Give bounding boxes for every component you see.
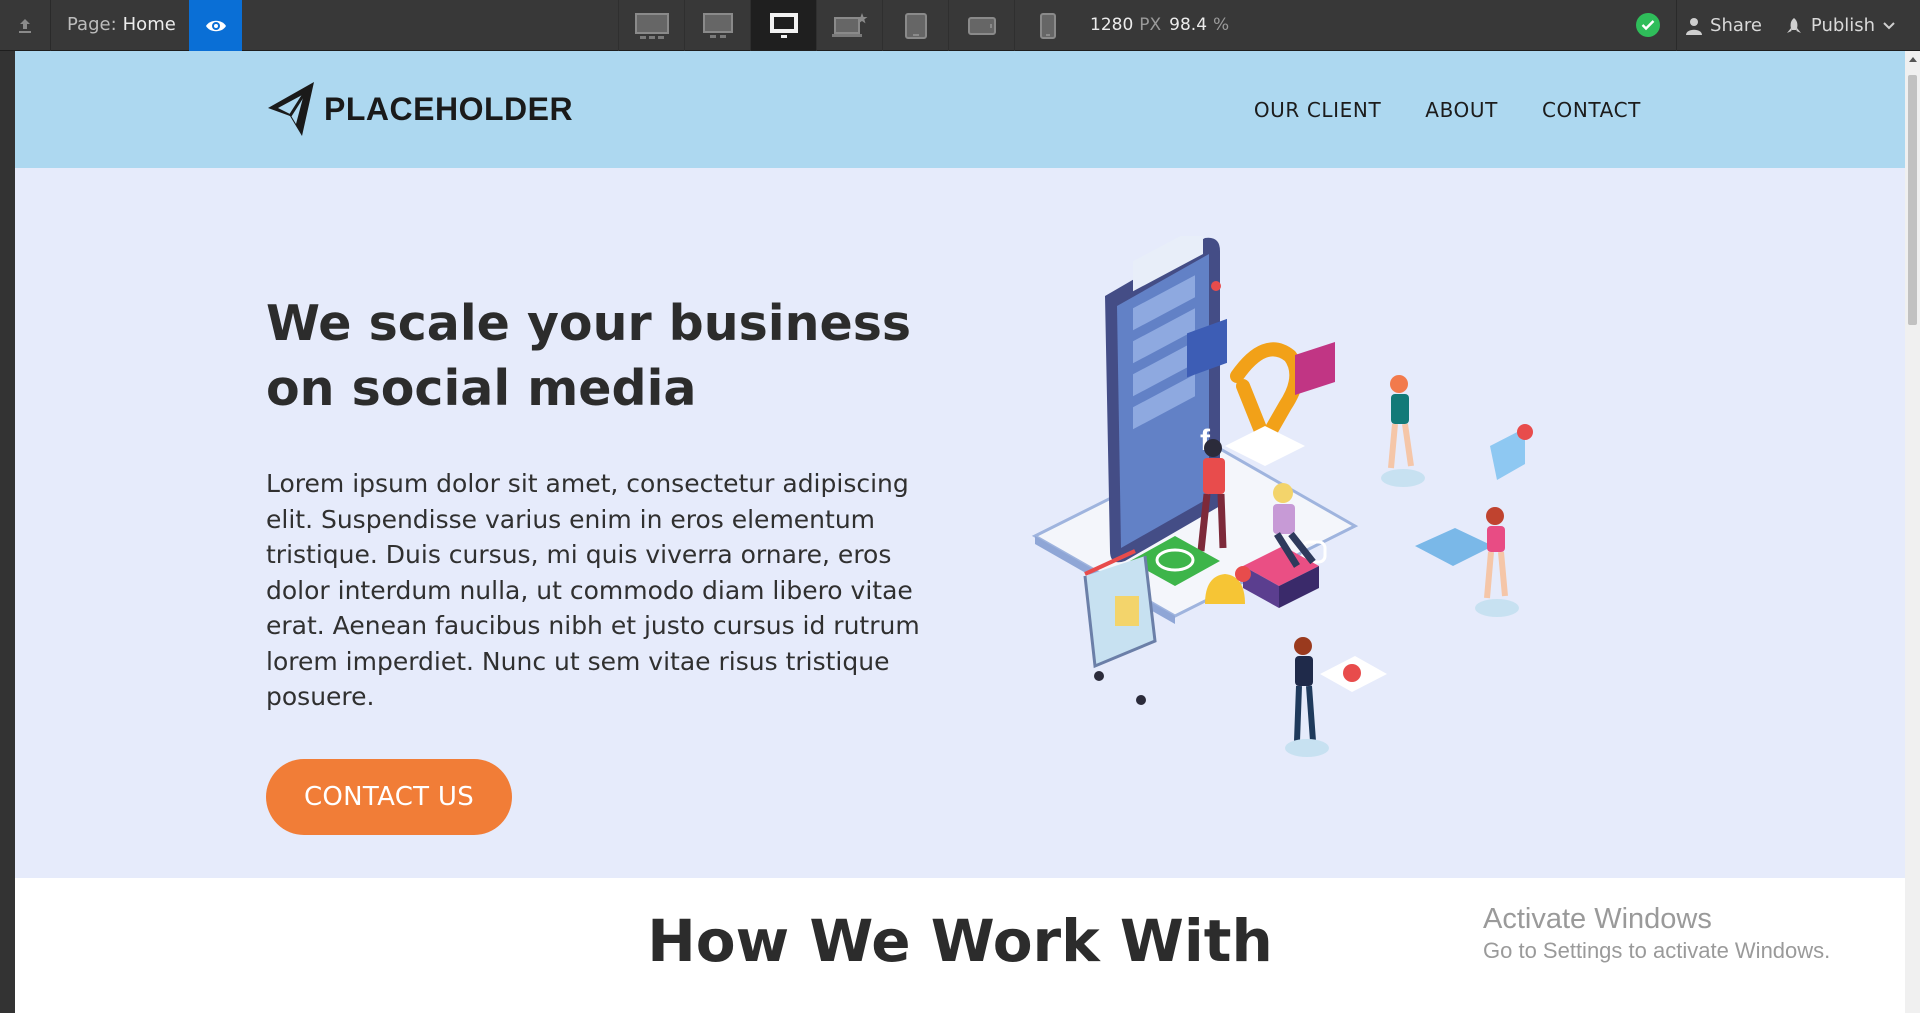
upload-icon	[19, 18, 31, 33]
social-media-illustration: f	[1031, 236, 1533, 757]
hero-title: We scale your business on social media	[266, 295, 912, 417]
breakpoint-desktop-large-button[interactable]	[684, 0, 750, 51]
hero-section: We scale your business on social media L…	[15, 168, 1905, 878]
monitor-icon	[769, 12, 798, 38]
publish-label: Publish	[1810, 15, 1876, 36]
breakpoint-tablet-button[interactable]	[882, 0, 948, 51]
logo-text: PLACEHOLDER	[324, 90, 574, 127]
zoom-unit: %	[1213, 15, 1230, 35]
publish-button[interactable]: Publish	[1775, 0, 1905, 51]
person-icon	[1686, 17, 1703, 35]
contact-us-button[interactable]: CONTACT US	[266, 759, 512, 835]
nav-links: OUR CLIENT ABOUT CONTACT	[1254, 51, 1641, 168]
canvas-width-unit: PX	[1139, 15, 1162, 35]
paper-plane-logo-icon	[268, 82, 314, 136]
monitor-xl-icon	[634, 12, 669, 39]
page-selector[interactable]: Page: Home	[67, 0, 176, 51]
preview-button[interactable]	[189, 0, 242, 51]
canvas-size-readout[interactable]: 1280 PX 98.4%	[1090, 0, 1237, 51]
breakpoint-mobile-landscape-button[interactable]	[948, 0, 1014, 51]
page-name: Home	[122, 14, 176, 35]
share-label: Share	[1710, 15, 1762, 36]
canvas-width-value: 1280	[1090, 15, 1134, 35]
hero-paragraph: Lorem ipsum dolor sit amet, consectetur …	[266, 469, 920, 711]
chevron-down-icon	[1883, 21, 1895, 29]
design-canvas[interactable]: PLACEHOLDER OUR CLIENT ABOUT CONTACT We …	[15, 51, 1905, 1013]
checkmark-icon	[1641, 20, 1655, 31]
breakpoint-switcher	[618, 0, 1080, 51]
breakpoint-mobile-portrait-button[interactable]	[1014, 0, 1080, 51]
publish-status-icon[interactable]	[1636, 13, 1660, 37]
canvas-scrollbar[interactable]	[1905, 51, 1920, 1013]
designer-toolbar: Page: Home 1280 PX 98.4% Share Publish	[0, 0, 1920, 51]
activate-windows-title: Activate Windows	[1483, 903, 1712, 935]
windows-activation-watermark: Activate Windows Go to Settings to activ…	[1483, 902, 1830, 966]
nav-link-about[interactable]: ABOUT	[1425, 98, 1498, 122]
eye-icon	[205, 20, 226, 31]
phone-portrait-icon	[1039, 12, 1056, 39]
page-label: Page:	[67, 14, 117, 35]
activate-windows-subtitle: Go to Settings to activate Windows.	[1483, 938, 1831, 963]
tablet-icon	[904, 12, 927, 39]
export-button[interactable]	[0, 0, 51, 51]
share-button[interactable]: Share	[1676, 0, 1771, 51]
site-logo[interactable]: PLACEHOLDER	[266, 80, 573, 138]
canvas-gutter	[0, 51, 15, 1013]
site-navbar: PLACEHOLDER OUR CLIENT ABOUT CONTACT	[15, 51, 1905, 168]
laptop-star-icon	[831, 12, 867, 37]
breakpoint-desktop-xl-button[interactable]	[618, 0, 684, 51]
nav-link-contact[interactable]: CONTACT	[1542, 98, 1641, 122]
rocket-icon	[1786, 17, 1801, 33]
phone-landscape-icon	[967, 16, 996, 35]
zoom-value: 98.4	[1169, 15, 1208, 35]
breakpoint-desktop-button[interactable]	[750, 0, 816, 51]
monitor-large-icon	[702, 12, 733, 38]
scroll-up-arrow-icon[interactable]	[1909, 57, 1917, 62]
nav-link-our-client[interactable]: OUR CLIENT	[1254, 98, 1381, 122]
breakpoint-laptop-base-button[interactable]	[816, 0, 882, 51]
scrollbar-thumb[interactable]	[1908, 75, 1917, 325]
